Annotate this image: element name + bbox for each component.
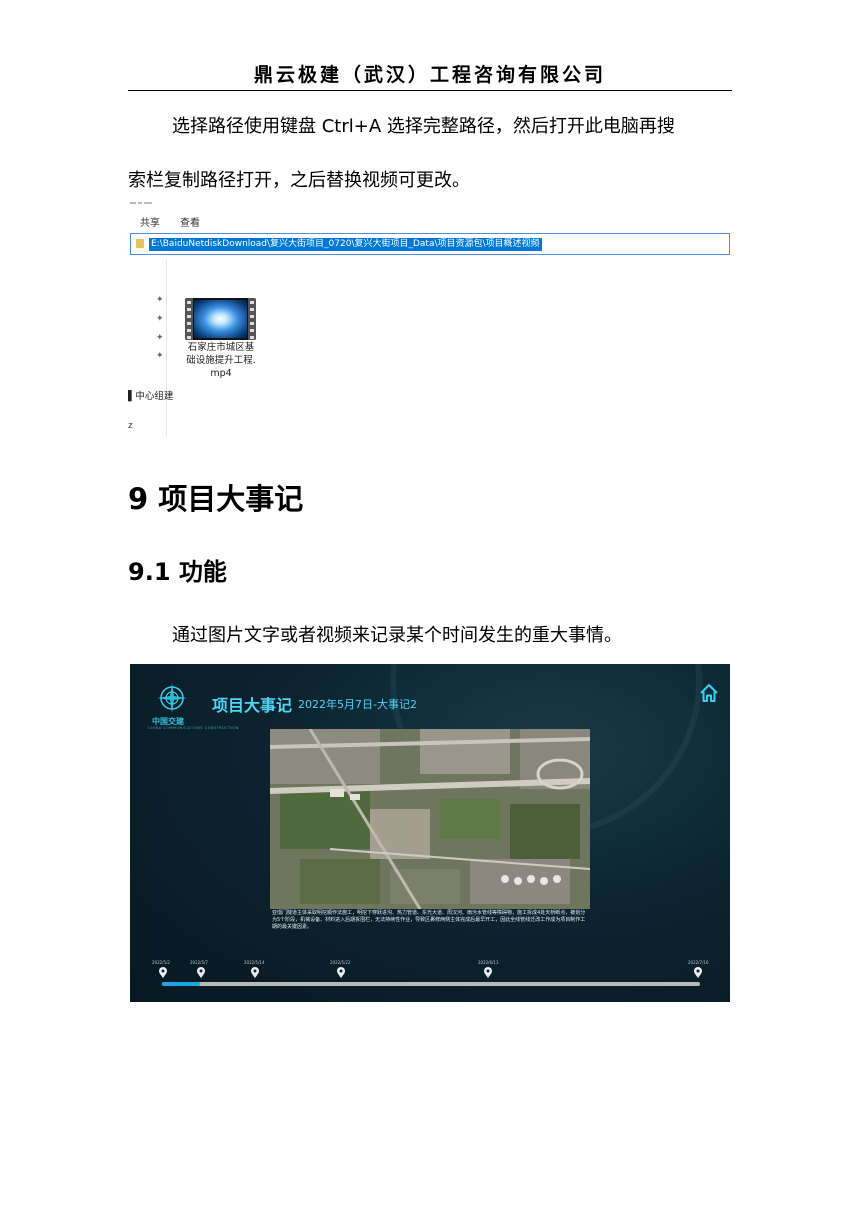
timeline-date: 2022/5/2 (152, 960, 170, 965)
function-paragraph: 通过图片文字或者视频来记录某个时间发生的重大事情。 (172, 625, 622, 646)
company-logo-icon (157, 683, 187, 713)
menu-view[interactable]: 查看 (180, 214, 200, 229)
timeline-pin-icon[interactable] (483, 967, 493, 979)
timeline-date: 2022/7/16 (688, 960, 709, 965)
video-file-name[interactable]: 石家庄市城区基 础设施提升工程. mp4 (178, 341, 264, 380)
address-path[interactable]: E:\BaiduNetdiskDownload\复兴大街项目_0720\复兴大街… (149, 238, 542, 251)
video-file-icon[interactable] (185, 298, 256, 340)
nav-item-label[interactable]: ▌中心组建 (128, 388, 173, 402)
menu-share[interactable]: 共享 (140, 214, 160, 229)
address-bar[interactable]: E:\BaiduNetdiskDownload\复兴大街项目_0720\复兴大街… (130, 233, 730, 255)
timeline-pin-icon[interactable] (693, 967, 703, 979)
explorer-screenshot: 共享 查看 E:\BaiduNetdiskDownload\复兴大街项目_072… (128, 200, 732, 438)
home-icon[interactable] (698, 682, 720, 704)
pin-icon: ✦ (156, 351, 164, 361)
event-description: 亚馏门隧道主体采取明挖顺作法施工，明挖下穿跃进沟、热力管道、东光大道、周汉河、雨… (272, 910, 586, 930)
timeline-pin-icon[interactable] (158, 967, 168, 979)
timeline-date: 2022/5/7 (190, 960, 208, 965)
folder-icon (136, 239, 144, 248)
page-header: 鼎云极建（武汉）工程咨询有限公司 (253, 64, 606, 86)
nav-pane-divider (166, 260, 167, 436)
section-heading: 9 项目大事记 (128, 482, 304, 516)
instruction-paragraph: 选择路径使用键盘 Ctrl+A 选择完整路径，然后打开此电脑再搜 索栏复制路径打… (128, 100, 732, 208)
title-strip (128, 200, 158, 208)
event-subtitle: 2022年5月7日-大事记2 (298, 698, 417, 711)
timeline-pin-icon[interactable] (250, 967, 260, 979)
timeline-date: 2022/6/13 (478, 960, 499, 965)
timeline-pins (130, 967, 730, 981)
timeline-pin-icon[interactable] (196, 967, 206, 979)
timeline-date: 2022/5/14 (244, 960, 265, 965)
app-title: 项目大事记 (212, 696, 293, 715)
header-divider (128, 90, 732, 91)
timeline-date: 2022/5/22 (330, 960, 351, 965)
pin-icon: ✦ (156, 314, 164, 324)
subsection-heading: 9.1 功能 (128, 558, 227, 586)
pin-icon: ✦ (156, 333, 164, 343)
timeline-pin-icon[interactable] (336, 967, 346, 979)
pin-icon: ✦ (156, 295, 164, 305)
instruction-line-1: 选择路径使用键盘 Ctrl+A 选择完整路径，然后打开此电脑再搜 (172, 116, 675, 137)
timeline-progress (162, 982, 200, 986)
satellite-photo (270, 729, 590, 909)
milestones-app-screenshot: 中国交建 CHINA COMMUNICATIONS CONSTRUCTION 项… (130, 664, 730, 1002)
timeline-track[interactable] (162, 982, 700, 986)
nav-item-label-2: z (128, 421, 133, 431)
logo-subtext: CHINA COMMUNICATIONS CONSTRUCTION (148, 726, 239, 730)
